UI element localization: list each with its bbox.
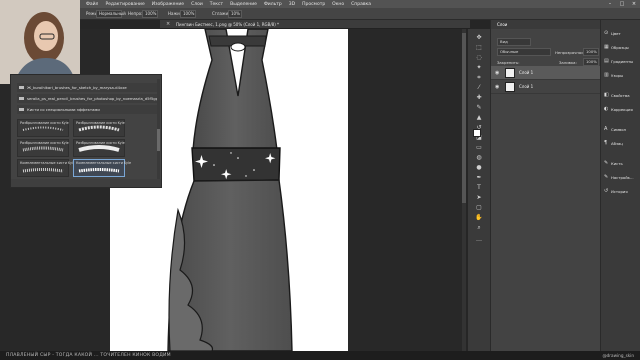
panel-swatches[interactable]: ▦ Образцы [603, 42, 640, 54]
panel-brush[interactable]: ✎ Кисть [603, 158, 640, 170]
gradient-tool-icon[interactable]: ▭ [473, 143, 485, 152]
panel-label: Коррекция [611, 107, 633, 112]
gradients-icon: ▤ [604, 58, 609, 64]
clone-stamp-icon[interactable]: ▲ [473, 113, 485, 122]
panel-brush-settings[interactable]: ✎ Настройк... [603, 172, 640, 184]
layer-name: Слой 1 [519, 84, 534, 89]
panel-color[interactable]: ⊙ Цвет [603, 28, 640, 40]
visibility-eye-icon[interactable]: ◉ [495, 70, 499, 76]
hand-tool-icon[interactable]: ✋ [473, 213, 485, 222]
panel-gradients[interactable]: ▤ Градиенты [603, 56, 640, 68]
panel-label: Абзац [611, 141, 623, 146]
panel-character[interactable]: A Символ [603, 124, 640, 136]
panel-label: Свойства [611, 93, 630, 98]
scrollbar-thumb[interactable] [462, 33, 466, 203]
healing-brush-icon[interactable]: ✚ [473, 93, 485, 102]
layers-tab-bar: Слои [491, 20, 601, 29]
rectangle-tool-icon[interactable]: ▢ [473, 203, 485, 212]
adjustments-icon: ◐ [604, 106, 609, 112]
character-icon: A [604, 126, 608, 132]
brush-tool-icon[interactable]: ✎ [473, 103, 485, 112]
history-icon: ↺ [604, 188, 609, 194]
keyhole [230, 42, 246, 52]
color-icon: ⊙ [604, 30, 609, 36]
layer-name: Слой 1 [519, 70, 534, 75]
paragraph-icon: ¶ [604, 140, 608, 146]
brush-panel-scrollbar[interactable] [157, 79, 160, 183]
layer-row[interactable]: ◉ Слой 1 [491, 66, 601, 80]
visibility-eye-icon[interactable]: ◉ [495, 84, 499, 90]
panel-label: Настройк... [611, 175, 634, 180]
panel-paragraph[interactable]: ¶ Абзац [603, 138, 640, 150]
panel-label: Образцы [611, 45, 629, 50]
layer-thumbnail [505, 68, 515, 78]
brush-stroke-previews [22, 125, 120, 173]
tools-panel: ✥ ⬚ ◌ ✦ ⌗ ⁄ ✚ ✎ ▲ ↺ ◪ ▭ ◍ ● ✒ T ➤ ▢ ✋ ⌕ … [468, 29, 490, 351]
magic-wand-icon[interactable]: ✦ [473, 63, 485, 72]
layer-row[interactable]: ◉ Слой 1 [491, 80, 601, 94]
presenter-figure [0, 0, 80, 84]
caption-text: ПЛАВЛЕНЫЙ СЫР - ТОГДА КАКОЙ ... ТОЧИТЕЛЕ… [6, 353, 171, 358]
panel-adjustments[interactable]: ◐ Коррекция [603, 104, 640, 116]
document-title: Пингвин Бистмес, 1.png @ 50% (Слой 1, RG… [176, 22, 280, 27]
panel-label: История [611, 189, 628, 194]
canvas-scrollbar[interactable] [462, 29, 466, 351]
fill-field[interactable]: 100% [583, 58, 599, 66]
document-tab[interactable]: × Пингвин Бистмес, 1.png @ 50% (Слой 1, … [160, 20, 470, 29]
pen-tool-icon[interactable]: ✒ [473, 173, 485, 182]
collapsed-panels-strip: ⊙ Цвет ▦ Образцы ▤ Градиенты ▥ Узоры ◧ Свойст… [600, 20, 640, 351]
dress-belt [191, 147, 281, 182]
blend-mode-select[interactable]: Обычные [497, 48, 551, 56]
swatches-icon: ▦ [604, 44, 609, 50]
move-tool-icon[interactable]: ✥ [473, 33, 485, 42]
zoom-tool-icon[interactable]: ⌕ [473, 223, 485, 232]
panel-patterns[interactable]: ▥ Узоры [603, 70, 640, 82]
panel-label: Узоры [611, 73, 624, 78]
video-caption-bar: ПЛАВЛЕНЫЙ СЫР - ТОГДА КАКОЙ ... ТОЧИТЕЛЕ… [0, 351, 640, 360]
brush-panel-footer [11, 179, 161, 187]
path-select-icon[interactable]: ➤ [473, 193, 485, 202]
layer-opacity-field[interactable]: 100% [583, 48, 599, 56]
brush-settings-icon: ✎ [604, 174, 609, 180]
patterns-icon: ▥ [604, 72, 609, 78]
more-tools-icon[interactable]: … [473, 235, 485, 244]
layer-filter-select[interactable]: Вид [497, 38, 531, 46]
brush-icon: ✎ [604, 160, 609, 166]
panel-label: Кисть [611, 161, 623, 166]
panel-label: Цвет [611, 31, 621, 36]
brush-presets-panel: Ж_kuroihikari_brushes_for_sketch_by_mary… [10, 74, 162, 188]
layer-thumbnail [505, 82, 515, 92]
panel-properties[interactable]: ◧ Свойства [603, 90, 640, 102]
type-tool-icon[interactable]: T [473, 183, 485, 192]
lasso-tool-icon[interactable]: ◌ [473, 53, 485, 62]
layers-panel: Слои Вид Обычные Непрозрачность: 100% За… [490, 20, 601, 351]
properties-icon: ◧ [604, 92, 609, 98]
caption-handle: @drawing_skin [602, 353, 634, 358]
scrollbar-thumb[interactable] [157, 129, 160, 151]
dodge-tool-icon[interactable]: ● [473, 163, 485, 172]
panel-label: Градиенты [611, 59, 634, 64]
foreground-color-swatch[interactable] [473, 129, 481, 137]
fill-label: Заливка: [559, 60, 577, 65]
panel-history[interactable]: ↺ История [603, 186, 640, 198]
tab-close-icon[interactable]: × [166, 21, 170, 27]
panel-label: Символ [611, 127, 626, 132]
lock-label: Закрепить: [497, 60, 520, 65]
eyedropper-icon[interactable]: ⁄ [473, 83, 485, 92]
crop-tool-icon[interactable]: ⌗ [473, 73, 485, 82]
marquee-tool-icon[interactable]: ⬚ [473, 43, 485, 52]
tab-layers[interactable]: Слои [497, 22, 507, 27]
webcam-overlay [0, 0, 80, 84]
blur-tool-icon[interactable]: ◍ [473, 153, 485, 162]
